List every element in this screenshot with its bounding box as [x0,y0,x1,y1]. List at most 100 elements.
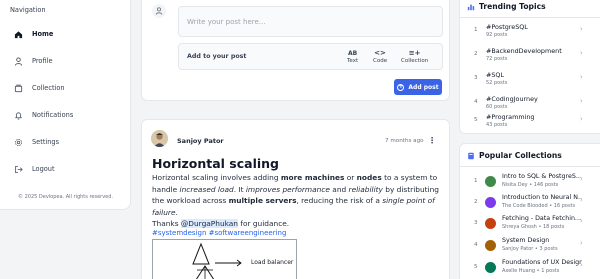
post-composer: Add to your post AB Text <> Code ≡+ Coll… [141,0,450,101]
collection-meta: Shreya Ghosh • 18 posts [502,224,565,230]
add-post-button[interactable]: + Add post [394,79,442,95]
trending-tag: #Programming [486,113,535,121]
composer-avatar [152,4,166,18]
collection-item[interactable]: 2 Introduction to Neural N... The Code B… [460,194,600,215]
copyright-text: © 2025 Devlopea. All rights reserved. [18,194,114,200]
sidebar-item-notifications[interactable]: Notifications [8,106,124,124]
body-text: . [175,207,178,217]
sidebar-item-logout[interactable]: Logout [8,160,124,178]
collection-tool-button[interactable]: ≡+ Collection [401,49,428,64]
body-bold: multiple servers [228,196,297,205]
author-name[interactable]: Sanjoy Pator [177,137,224,145]
body-italic: reliability [348,184,383,194]
post-card: Sanjoy Pator 7 months ago ⋮ Horizontal s… [141,119,450,279]
rank-number: 3 [474,220,478,226]
popular-collections-card: Popular Collections 1 Intro to SQL & Pos… [459,143,600,279]
sidebar-item-profile[interactable]: Profile [8,52,124,70]
rank-number: 1 [474,27,478,33]
add-to-post-label: Add to your post [187,53,247,60]
collection-icon [14,84,23,92]
collection-item[interactable]: 4 System Design Sanjoy Pator • 3 posts › [460,237,600,258]
post-body: Horizontal scaling involves adding more … [152,172,444,230]
body-italic: improves performance [245,184,330,194]
rank-number: 5 [474,264,478,270]
load-balancer-diagram: Load balancer [152,239,297,279]
post-input[interactable] [178,6,443,37]
post-count: 60 posts [486,104,508,110]
book-icon [468,152,474,160]
chevron-right-icon: › [580,261,583,269]
collection-title: Fetching - Data Fetchin... [502,215,581,222]
divider [460,166,600,167]
add-to-post-bar: Add to your post AB Text <> Code ≡+ Coll… [178,43,443,70]
sidebar-item-label: Notifications [32,111,74,119]
trending-tag: #PostgreSQL [486,23,528,31]
chart-bar-icon [467,4,475,11]
sidebar-item-label: Profile [32,57,53,65]
collection-item[interactable]: 5 Foundations of UX Design Axelle Huang … [460,259,600,279]
rank-number: 2 [474,199,478,205]
navigation-title: Navigation [10,6,46,14]
sidebar-item-home[interactable]: Home [8,25,124,43]
sidebar-item-label: Collection [32,84,65,92]
collection-avatar [485,262,496,273]
chevron-right-icon: › [580,115,583,123]
body-text: . It [233,184,246,194]
user-mention-link[interactable]: @DurgaPhukan [180,219,238,228]
collection-meta: Sanjoy Pator • 3 posts [502,246,558,252]
trending-title: Trending Topics [479,2,546,11]
tool-label: Collection [401,58,429,64]
trending-item[interactable]: 2 #BackendDevelopment 72 posts › [460,45,600,69]
trending-item[interactable]: 1 #PostgreSQL 92 posts › [460,21,600,45]
trending-item[interactable]: 3 #SQL 52 posts › [460,69,600,93]
bell-icon [15,111,22,120]
body-text: Horizontal scaling involves adding [152,173,281,182]
body-italic: increased load [179,184,234,194]
add-post-label: Add post [408,83,439,91]
collection-meta: Axelle Huang • 1 posts [502,268,560,274]
text-tool-button[interactable]: AB Text [347,49,358,64]
rank-number: 3 [474,75,478,81]
rank-number: 4 [474,99,478,105]
code-tool-button[interactable]: <> Code [373,49,387,64]
avatar-image [151,130,168,147]
trending-item[interactable]: 5 #Programming 43 posts › [460,111,600,135]
body-text: Thanks [152,219,181,228]
user-icon [155,7,163,15]
collection-title: Intro to SQL & PostgreS... [502,173,582,180]
trending-topics-card: Trending Topics 1 #PostgreSQL 92 posts ›… [459,0,600,134]
chevron-right-icon: › [580,175,583,183]
sidebar-item-label: Home [32,30,54,38]
collection-item[interactable]: 3 Fetching - Data Fetchin... Shreya Ghos… [460,215,600,236]
diagram-label: Load balancer [251,259,294,266]
code-icon: <> [374,49,386,57]
add-collection-icon: ≡+ [408,49,421,57]
chevron-right-icon: › [580,239,583,247]
plus-circle-icon: + [397,83,405,91]
post-options-icon[interactable]: ⋮ [428,136,436,145]
tool-label: Code [373,58,388,64]
sidebar-item-settings[interactable]: Settings [8,133,124,151]
chevron-right-icon: › [580,196,583,204]
collection-title: System Design [502,237,550,244]
collection-avatar [485,240,496,251]
collection-avatar [485,218,496,229]
sidebar-item-collection[interactable]: Collection [8,79,124,97]
trending-tag: #BackendDevelopment [486,47,562,55]
user-icon [14,56,23,66]
collection-item[interactable]: 1 Intro to SQL & PostgreS... Nisita Dey … [460,173,600,194]
body-text: , reducing the risk of a [296,196,383,205]
post-count: 43 posts [486,122,508,128]
body-bold: more machines [280,173,345,182]
collections-title: Popular Collections [479,151,562,160]
post-title: Horizontal scaling [152,156,280,171]
post-count: 92 posts [486,32,508,38]
text-icon: AB [347,50,358,57]
post-hashtags[interactable]: #systemdesign #softwareengineering [152,229,286,237]
body-text: or [344,173,357,182]
navigation-sidebar: Navigation Home Profile Collection Notif… [0,0,131,210]
author-avatar[interactable] [151,130,168,147]
collection-avatar [485,176,496,187]
sidebar-item-label: Logout [32,165,55,173]
body-text: for guidance. [238,219,290,228]
